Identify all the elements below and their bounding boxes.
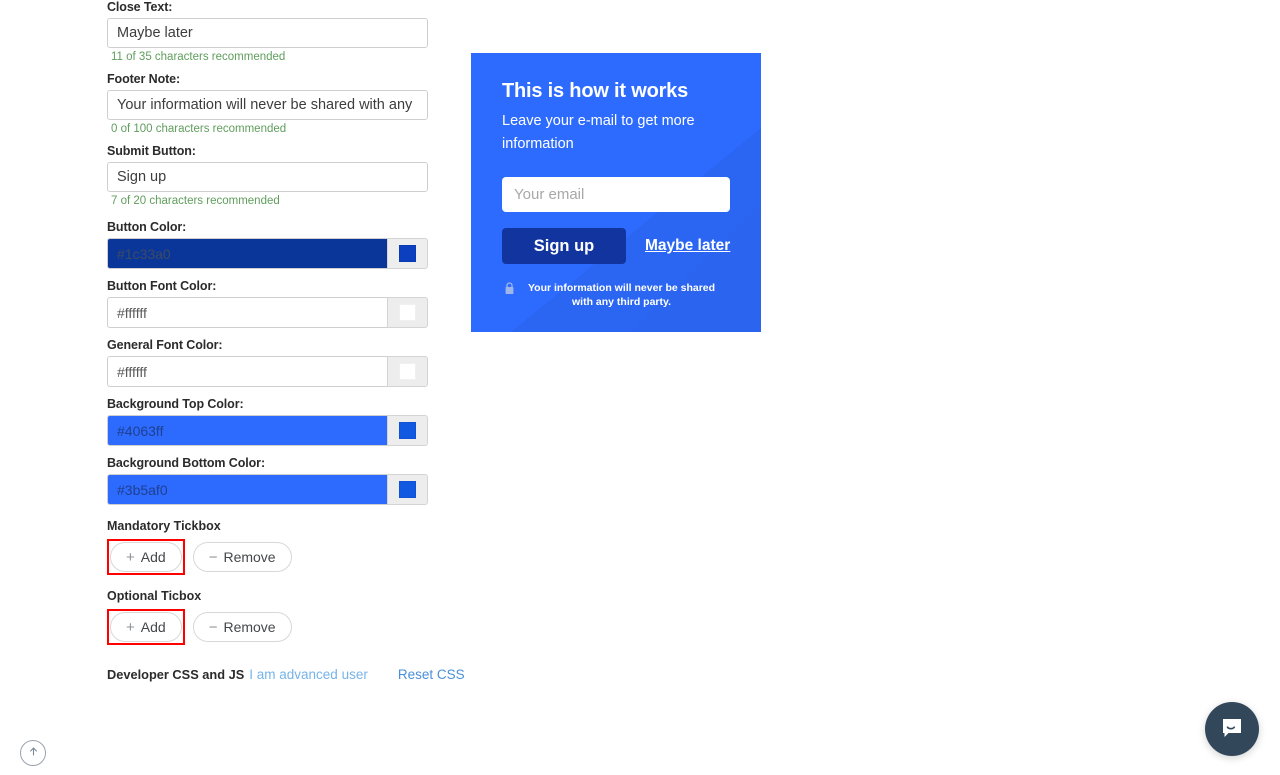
tickbox-groups-list: Mandatory Tickbox + Add − Remove Optional Tic… (107, 519, 447, 645)
color-swatch-chip (399, 363, 416, 380)
arrow-up-icon (27, 745, 40, 761)
scroll-to-top-button[interactable] (20, 740, 46, 766)
color-swatch-button[interactable] (387, 297, 428, 328)
tickbox-add-button-label: Add (140, 549, 166, 565)
reset-css-link[interactable]: Reset CSS (398, 667, 465, 682)
preview-footer: Your information will never be shared wi… (502, 281, 731, 309)
color-swatch-chip (399, 245, 416, 262)
tickbox-button-row: + Add − Remove (107, 539, 447, 575)
advanced-user-link[interactable]: I am advanced user (249, 667, 368, 682)
field-footer-note: Footer Note: 0 of 100 characters recomme… (107, 72, 447, 136)
color-hex-input[interactable] (107, 238, 387, 269)
field-close-text: Close Text: 11 of 35 characters recommen… (107, 0, 447, 64)
tickbox-group-label: Mandatory Tickbox (107, 519, 221, 533)
color-field: Background Bottom Color: (107, 456, 447, 505)
color-swatch-chip (399, 422, 416, 439)
preview-footer-note: Your information will never be shared wi… (527, 282, 716, 308)
tickbox-add-button-label: Add (140, 619, 166, 635)
submit-button-helper: 7 of 20 characters recommended (111, 195, 280, 207)
tickbox-remove-button[interactable]: − Remove (192, 542, 292, 572)
tickbox-remove-button-label: Remove (223, 549, 276, 565)
color-input-row (107, 474, 428, 505)
color-input-row (107, 356, 428, 387)
field-label-footer-note: Footer Note: (107, 72, 181, 86)
tickbox-add-button-sign-icon: + (126, 618, 135, 636)
preview-email-input[interactable] (502, 177, 730, 212)
chat-bubble-icon (1219, 715, 1245, 744)
footer-note-input[interactable] (107, 90, 428, 120)
color-field-label: General Font Color: (107, 338, 223, 352)
color-field: General Font Color: (107, 338, 447, 387)
tickbox-add-button[interactable]: + Add (110, 542, 182, 572)
submit-button-input[interactable] (107, 162, 428, 192)
color-swatch-button[interactable] (387, 238, 428, 269)
highlight-annotation: + Add (107, 609, 185, 645)
color-fields-list: Button Color: Button Font Color: General F… (107, 220, 447, 505)
tickbox-remove-button-sign-icon: − (208, 548, 218, 566)
color-field: Button Font Color: (107, 279, 447, 328)
color-swatch-button[interactable] (387, 356, 428, 387)
field-submit-button: Submit Button: 7 of 20 characters recomm… (107, 144, 447, 208)
color-field: Background Top Color: (107, 397, 447, 446)
color-swatch-chip (399, 481, 416, 498)
tickbox-add-button[interactable]: + Add (110, 612, 182, 642)
tickbox-add-button-sign-icon: + (126, 548, 135, 566)
color-field-label: Background Top Color: (107, 397, 244, 411)
editor-page: Close Text: 11 of 35 characters recommen… (0, 0, 1280, 775)
lock-icon (504, 282, 515, 300)
color-hex-input[interactable] (107, 297, 387, 328)
tickbox-remove-button[interactable]: − Remove (192, 612, 292, 642)
color-input-row (107, 297, 428, 328)
color-swatch-button[interactable] (387, 415, 428, 446)
preview-submit-button[interactable]: Sign up (502, 228, 626, 264)
color-hex-input[interactable] (107, 474, 387, 505)
tickbox-remove-button-sign-icon: − (208, 618, 218, 636)
highlight-annotation: + Add (107, 539, 185, 575)
chat-launcher-button[interactable] (1205, 702, 1259, 756)
preview-actions: Sign up Maybe later (502, 228, 731, 264)
preview-subtitle: Leave your e-mail to get more informatio… (502, 113, 695, 152)
tickbox-group-label: Optional Ticbox (107, 589, 202, 603)
color-hex-input[interactable] (107, 356, 387, 387)
preview-content: This is how it works Leave your e-mail t… (471, 53, 761, 309)
tickbox-group: Optional Ticbox + Add − Remove (107, 589, 447, 645)
close-text-helper: 11 of 35 characters recommended (111, 51, 286, 63)
popup-preview-card: This is how it works Leave your e-mail t… (471, 53, 761, 332)
color-field-label: Button Color: (107, 220, 187, 234)
color-hex-input[interactable] (107, 415, 387, 446)
tickbox-group: Mandatory Tickbox + Add − Remove (107, 519, 447, 575)
preview-close-link[interactable]: Maybe later (645, 237, 730, 255)
color-field: Button Color: (107, 220, 447, 269)
preview-title: This is how it works (502, 80, 689, 102)
close-text-input[interactable] (107, 18, 428, 48)
field-label-close-text: Close Text: (107, 0, 173, 14)
tickbox-remove-button-label: Remove (223, 619, 276, 635)
developer-title: Developer CSS and JS (107, 667, 245, 682)
color-swatch-button[interactable] (387, 474, 428, 505)
developer-row: Developer CSS and JS I am advanced user Re… (107, 667, 465, 683)
color-input-row (107, 238, 428, 269)
color-input-row (107, 415, 428, 446)
field-label-submit-button: Submit Button: (107, 144, 196, 158)
color-swatch-chip (399, 304, 416, 321)
settings-panel: Close Text: 11 of 35 characters recommen… (107, 0, 465, 683)
footer-note-helper: 0 of 100 characters recommended (111, 123, 287, 135)
color-field-label: Button Font Color: (107, 279, 217, 293)
color-field-label: Background Bottom Color: (107, 456, 266, 470)
tickbox-button-row: + Add − Remove (107, 609, 447, 645)
